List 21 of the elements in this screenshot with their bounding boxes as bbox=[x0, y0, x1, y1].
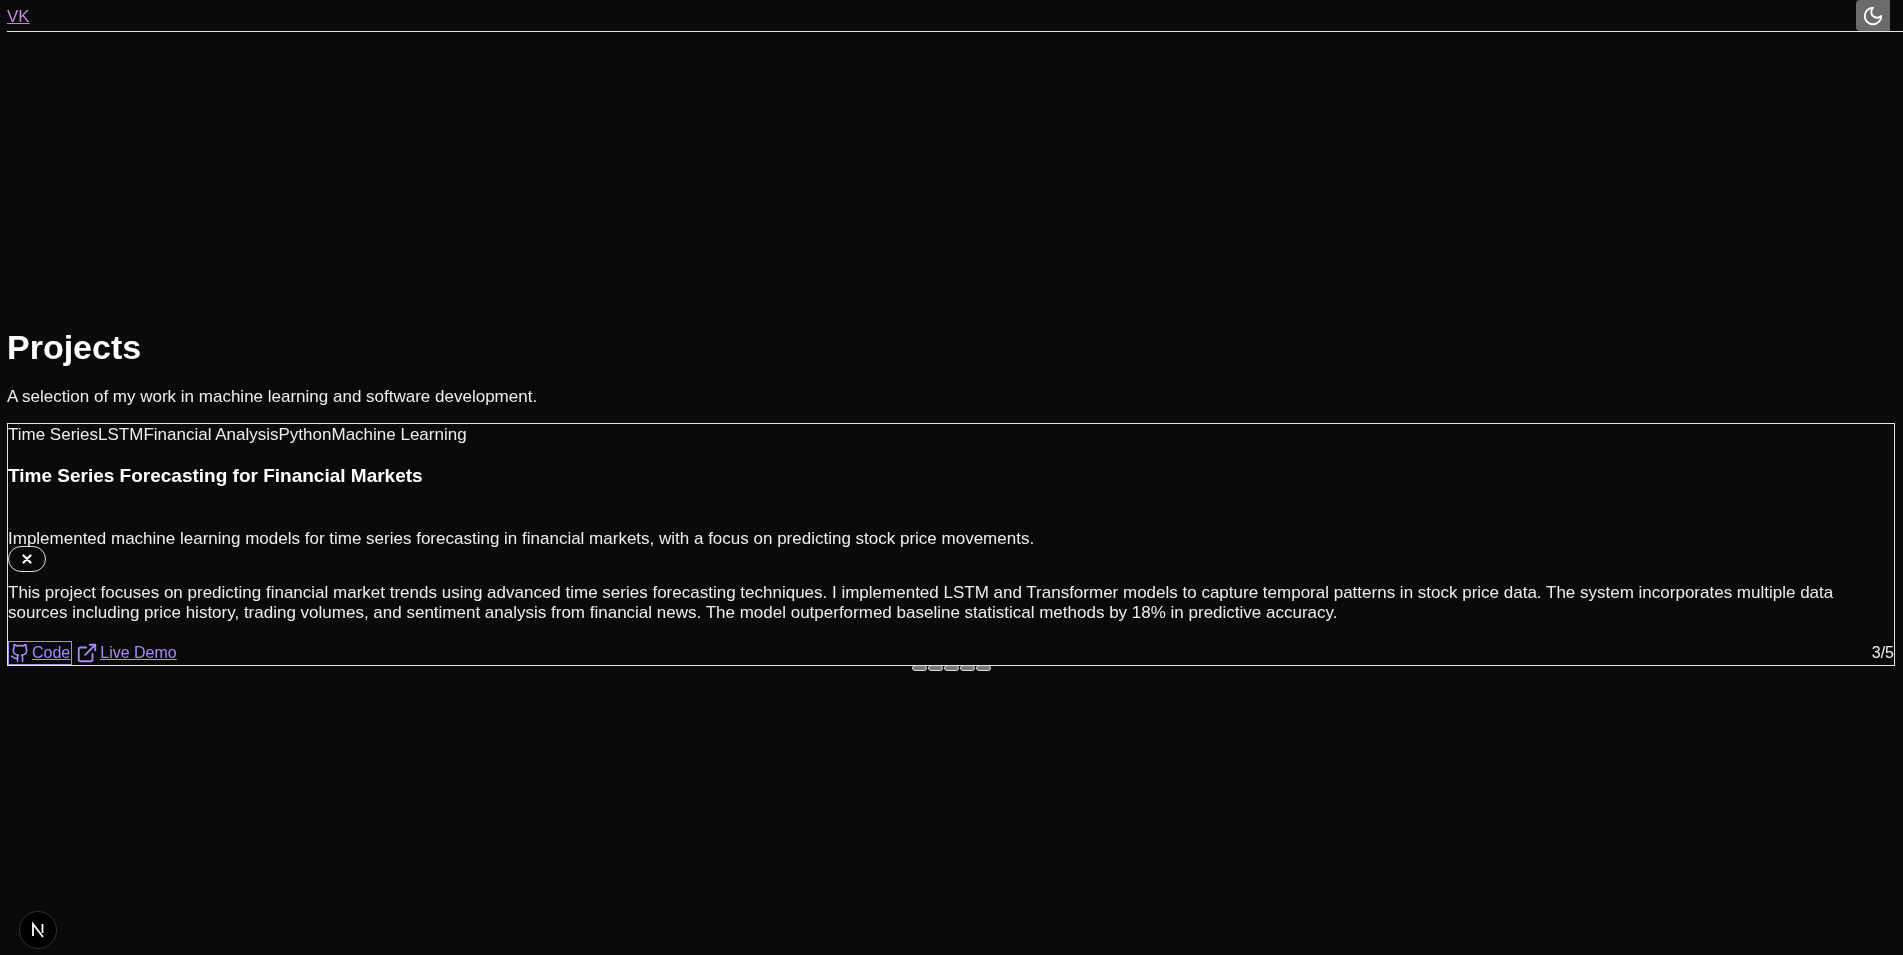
tag: LSTM bbox=[98, 425, 144, 445]
github-icon bbox=[10, 642, 30, 664]
project-title: Time Series Forecasting for Financial Markets bbox=[8, 465, 424, 487]
project-description: This project focuses on predicting financial market trends using advanced time series forecasting techniques. I implemented LSTM and Transformer models to capture temporal patterns in stock price data. The system incorporates multiple data sources including price history, trading volumes, and sentiment analysis from financial news. The model outperformed baseline statistical methods by 18% in predictive accuracy. bbox=[8, 583, 1835, 623]
external-link-icon bbox=[76, 642, 99, 664]
logo-link[interactable]: VK bbox=[7, 6, 30, 27]
tag: Financial Analysis bbox=[143, 425, 279, 445]
tag: Time Series bbox=[8, 425, 99, 445]
theme-toggle-button[interactable] bbox=[1856, 0, 1890, 31]
demo-link[interactable]: Live Demo bbox=[74, 641, 179, 665]
tag: Python bbox=[278, 425, 332, 445]
project-summary: Implemented machine learning models for time series forecasting in financial markets, with a focus on predicting stock price movements. bbox=[8, 529, 1036, 549]
moon-icon bbox=[1862, 4, 1884, 27]
close-icon bbox=[22, 554, 32, 564]
code-link[interactable]: Code bbox=[8, 641, 73, 665]
section-subtitle: A selection of my work in machine learning and software development. bbox=[7, 387, 539, 407]
section-title: Projects bbox=[7, 328, 143, 367]
n-logo-icon bbox=[30, 922, 46, 938]
slide-counter: 3/5 bbox=[1871, 644, 1894, 662]
dev-tools-badge[interactable] bbox=[19, 911, 57, 949]
tag: Machine Learning bbox=[331, 425, 467, 445]
